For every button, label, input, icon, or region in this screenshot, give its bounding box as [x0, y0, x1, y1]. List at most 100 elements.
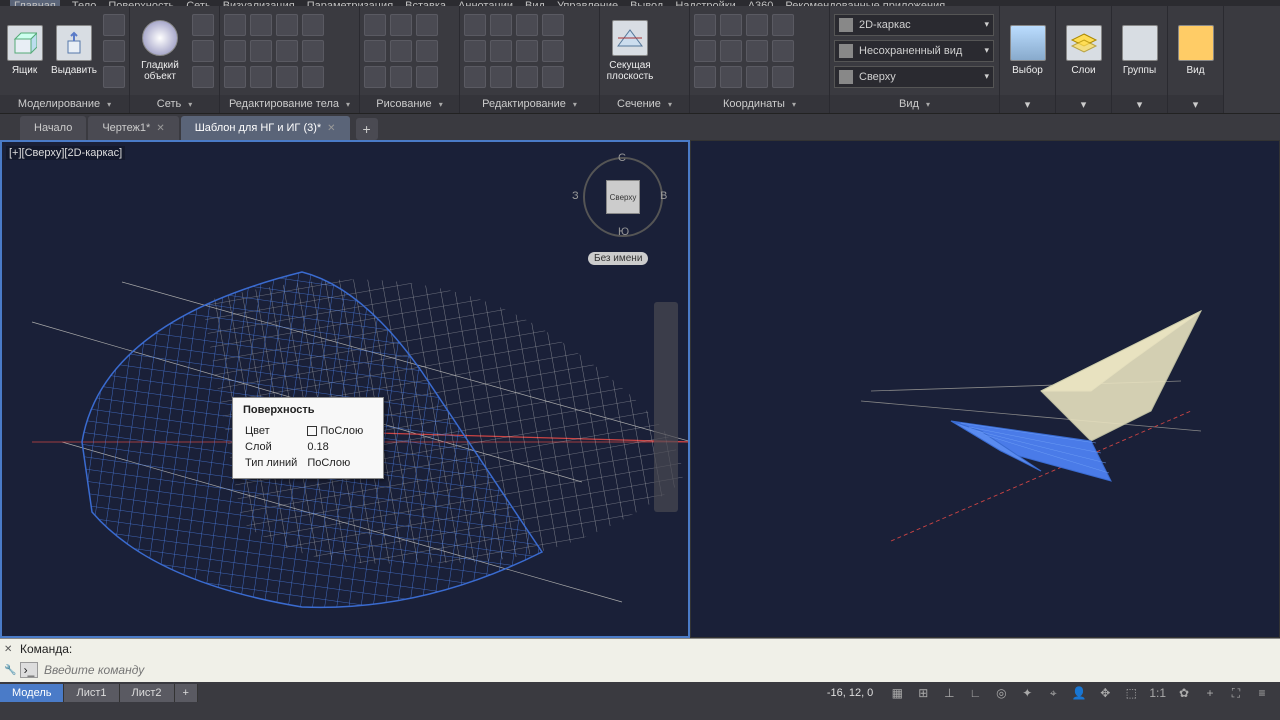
tool-button[interactable] [390, 14, 412, 36]
wrench-icon[interactable]: 🔧 [4, 665, 16, 676]
tool-button[interactable] [542, 14, 564, 36]
viewport-left[interactable]: [+][Сверху][2D-каркас] По [0, 140, 690, 638]
tool-button[interactable] [103, 66, 125, 88]
tool-button[interactable] [694, 14, 716, 36]
tool-button[interactable] [464, 66, 486, 88]
tool-button[interactable] [694, 40, 716, 62]
scale-readout[interactable]: 1:1 [1145, 683, 1170, 703]
add-layout-button[interactable]: + [175, 684, 198, 702]
tool-button[interactable] [224, 14, 246, 36]
panel-title-select[interactable]: ▾ [1000, 95, 1055, 113]
tool-button[interactable] [276, 66, 298, 88]
tool-button[interactable] [224, 40, 246, 62]
status-menu[interactable]: ≡ [1250, 683, 1274, 703]
tool-button[interactable] [720, 40, 742, 62]
view-cube[interactable]: Сверху С Ю З В Без имени [578, 152, 668, 242]
viewcube-e[interactable]: В [660, 190, 667, 202]
panel-title-mesh[interactable]: Сеть [130, 95, 219, 113]
panel-title-draw[interactable]: Рисование [360, 95, 459, 113]
close-icon[interactable]: ✕ [4, 644, 12, 655]
section-plane-button[interactable]: Секущая плоскость [604, 12, 656, 90]
status-toggle[interactable]: ✦ [1015, 683, 1039, 703]
tool-button[interactable] [746, 14, 768, 36]
tool-button[interactable] [772, 66, 794, 88]
viewcube-face[interactable]: Сверху [606, 180, 640, 214]
tool-button[interactable] [464, 14, 486, 36]
groups-button[interactable]: Группы [1116, 12, 1163, 90]
tab-layout1[interactable]: Лист1 [64, 684, 119, 702]
tool-button[interactable] [302, 14, 324, 36]
panel-title-layers[interactable]: ▾ [1056, 95, 1111, 113]
tool-button[interactable] [103, 40, 125, 62]
tool-button[interactable] [390, 66, 412, 88]
tool-button[interactable] [516, 66, 538, 88]
tool-button[interactable] [772, 14, 794, 36]
status-toggle[interactable]: ⛶ [1224, 683, 1248, 703]
tool-button[interactable] [542, 40, 564, 62]
tool-button[interactable] [542, 66, 564, 88]
layers-button[interactable]: Слои [1060, 12, 1107, 90]
status-toggle[interactable]: ⌖ [1041, 683, 1065, 703]
tool-button[interactable] [302, 40, 324, 62]
tool-button[interactable] [276, 40, 298, 62]
tool-button[interactable] [720, 14, 742, 36]
tool-button[interactable] [490, 14, 512, 36]
close-icon[interactable]: ✕ [156, 123, 164, 134]
tool-button[interactable] [192, 66, 214, 88]
tool-button[interactable] [720, 66, 742, 88]
viewport-right[interactable] [690, 140, 1280, 638]
tool-button[interactable] [746, 66, 768, 88]
status-toggle[interactable]: ✥ [1093, 683, 1117, 703]
tool-button[interactable] [103, 14, 125, 36]
status-toggle[interactable]: ◎ [989, 683, 1013, 703]
panel-title-section[interactable]: Сечение [600, 95, 689, 113]
tool-button[interactable] [516, 14, 538, 36]
tool-button[interactable] [464, 40, 486, 62]
smooth-button[interactable]: Гладкий объект [134, 12, 186, 90]
tab-drawing1[interactable]: Чертеж1*✕ [88, 116, 178, 140]
tool-button[interactable] [490, 40, 512, 62]
status-toggle[interactable]: ✿ [1172, 683, 1196, 703]
panel-title-view[interactable]: Вид [830, 95, 999, 113]
panel-title-coords[interactable]: Координаты [690, 95, 829, 113]
navigation-bar[interactable] [654, 302, 678, 512]
status-toggle[interactable]: 👤 [1067, 683, 1091, 703]
tab-model[interactable]: Модель [0, 684, 64, 702]
panel-title-modify[interactable]: Редактирование [460, 95, 599, 113]
tool-button[interactable] [192, 40, 214, 62]
tool-button[interactable] [772, 40, 794, 62]
panel-title-groups[interactable]: ▾ [1112, 95, 1167, 113]
status-toggle[interactable]: ▦ [885, 683, 909, 703]
viewcube-n[interactable]: С [618, 152, 626, 164]
panel-title-modeling[interactable]: Моделирование [0, 95, 129, 113]
tool-button[interactable] [364, 66, 386, 88]
extrude-button[interactable]: Выдавить [51, 12, 97, 90]
tool-button[interactable] [490, 66, 512, 88]
status-toggle[interactable]: ⬚ [1119, 683, 1143, 703]
box-button[interactable]: Ящик [4, 12, 45, 90]
tool-button[interactable] [250, 14, 272, 36]
visual-style-dropdown[interactable]: 2D-каркас▾ [834, 14, 994, 36]
tool-button[interactable] [416, 14, 438, 36]
command-input[interactable] [44, 663, 1274, 677]
viewcube-s[interactable]: Ю [618, 226, 629, 238]
viewpanel-button[interactable]: Вид [1172, 12, 1219, 90]
command-prompt-icon[interactable]: ›_ [20, 662, 38, 678]
view-top-dropdown[interactable]: Сверху▾ [834, 66, 994, 88]
tab-template[interactable]: Шаблон для НГ и ИГ (3)*✕ [181, 116, 350, 140]
panel-title-solidedit[interactable]: Редактирование тела [220, 95, 359, 113]
add-tab-button[interactable]: + [356, 118, 378, 140]
tool-button[interactable] [224, 66, 246, 88]
tab-start[interactable]: Начало [20, 116, 86, 140]
tool-button[interactable] [250, 66, 272, 88]
status-toggle[interactable]: ∟ [963, 683, 987, 703]
status-toggle[interactable]: + [1198, 683, 1222, 703]
tool-button[interactable] [250, 40, 272, 62]
saved-view-dropdown[interactable]: Несохраненный вид▾ [834, 40, 994, 62]
panel-title-viewpanel[interactable]: ▾ [1168, 95, 1223, 113]
tab-layout2[interactable]: Лист2 [120, 684, 175, 702]
tool-button[interactable] [694, 66, 716, 88]
tool-button[interactable] [746, 40, 768, 62]
tool-button[interactable] [416, 66, 438, 88]
tool-button[interactable] [302, 66, 324, 88]
